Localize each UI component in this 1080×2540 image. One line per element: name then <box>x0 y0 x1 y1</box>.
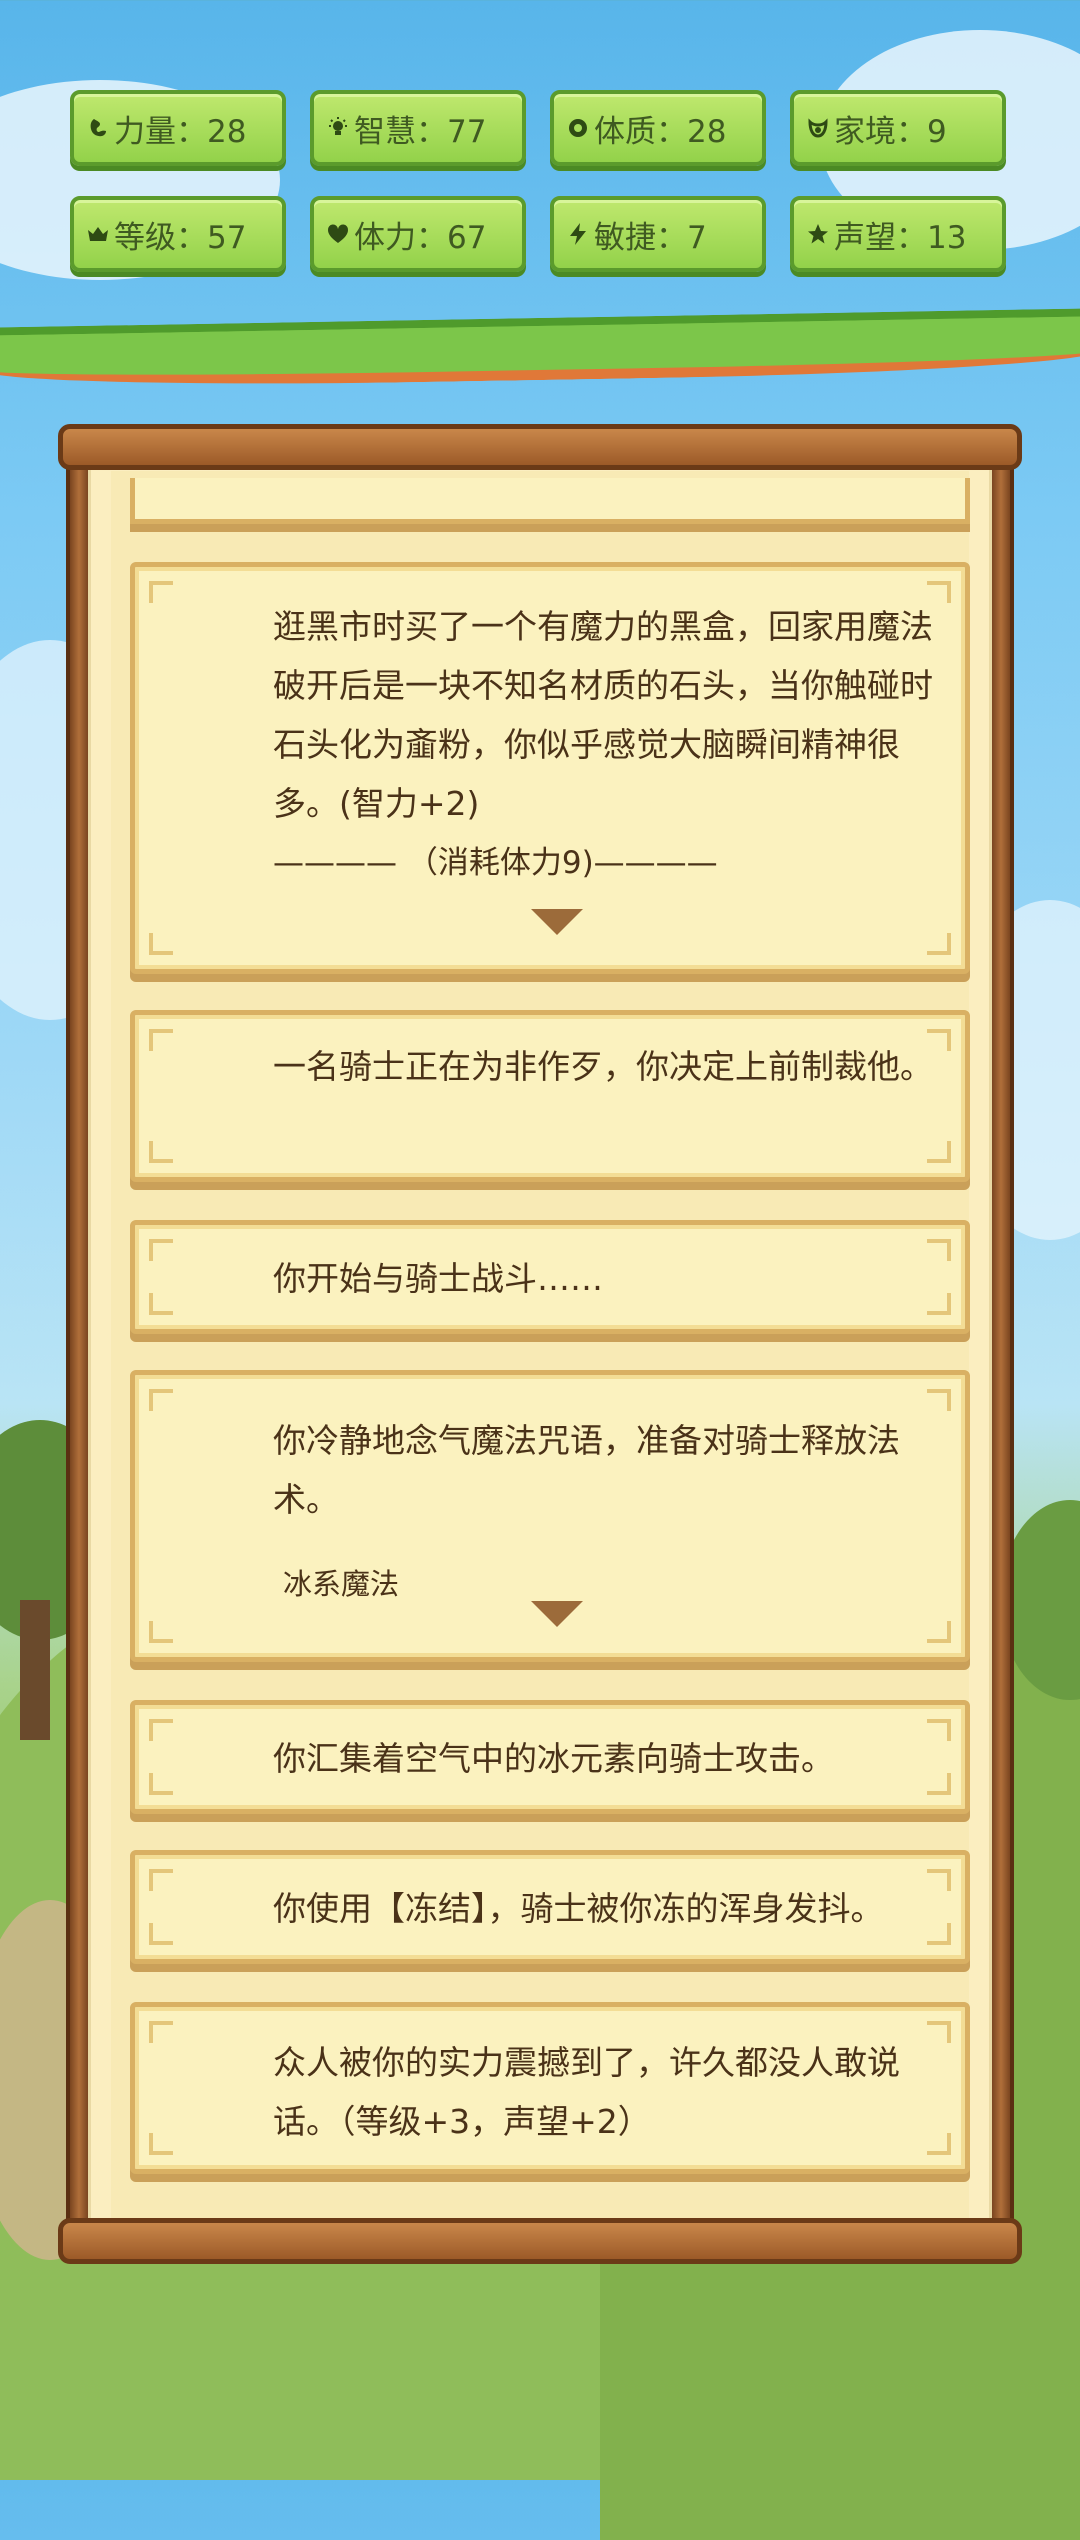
event-text: 你使用【冻结】，骑士被你冻的浑身发抖。 <box>273 1889 884 1928</box>
event-separator: ———— （消耗体力9)———— <box>273 845 718 881</box>
star-icon <box>804 220 832 248</box>
event-card[interactable]: 众人被你的实力震撼到了，许久都没人敢说话。（等级+3，声望+2） <box>130 2002 970 2174</box>
stat-constitution: 体质：28 <box>550 90 766 166</box>
stat-stamina: 体力：67 <box>310 196 526 272</box>
stat-label: 体质：28 <box>594 113 727 150</box>
event-text: 逛黑市时买了一个有魔力的黑盒，回家用魔法破开后是一块不知名材质的石头，当你触碰时… <box>273 607 933 823</box>
muscle-icon <box>84 114 112 142</box>
grass-stripe <box>0 308 1080 390</box>
stat-wisdom: 智慧：77 <box>310 90 526 166</box>
stat-label: 力量：28 <box>114 113 247 150</box>
lightning-icon <box>564 220 592 248</box>
stat-strength: 力量：28 <box>70 90 286 166</box>
pouch-icon <box>804 114 832 142</box>
stat-label: 家境：9 <box>834 113 947 150</box>
event-card[interactable]: 你冷静地念气魔法咒语，准备对骑士释放法术。 冰系魔法 <box>130 1370 970 1662</box>
stat-label: 体力：67 <box>354 219 487 256</box>
event-card[interactable]: 你开始与骑士战斗…… <box>130 1220 970 1334</box>
stat-label: 智慧：77 <box>354 113 487 150</box>
scroll-top-bar <box>58 424 1022 470</box>
event-text: 你汇集着空气中的冰元素向骑士攻击。 <box>273 1739 834 1778</box>
event-card[interactable]: 你汇集着空气中的冰元素向骑士攻击。 <box>130 1700 970 1814</box>
stat-reputation: 声望：13 <box>790 196 1006 272</box>
stat-label: 声望：13 <box>834 219 967 256</box>
stat-family: 家境：9 <box>790 90 1006 166</box>
stat-label: 敏捷：7 <box>594 219 707 256</box>
stat-level: 等级：57 <box>70 196 286 272</box>
event-card-partial <box>130 478 970 524</box>
scroll-bottom-bar <box>58 2218 1022 2264</box>
event-card[interactable]: 逛黑市时买了一个有魔力的黑盒，回家用魔法破开后是一块不知名材质的石头，当你触碰时… <box>130 562 970 974</box>
event-card[interactable]: 你使用【冻结】，骑士被你冻的浑身发抖。 <box>130 1850 970 1964</box>
expand-arrow-icon[interactable] <box>531 909 583 935</box>
crown-icon <box>84 220 112 248</box>
stat-agility: 敏捷：7 <box>550 196 766 272</box>
expand-arrow-icon[interactable] <box>531 1601 583 1627</box>
stat-label: 等级：57 <box>114 219 247 256</box>
option-ice-magic[interactable]: 冰系魔法 <box>283 1561 399 1603</box>
shield-icon <box>564 114 592 142</box>
event-text: 你开始与骑士战斗…… <box>273 1259 603 1298</box>
heart-icon <box>324 220 352 248</box>
event-card[interactable]: 一名骑士正在为非作歹，你决定上前制裁他。 <box>130 1010 970 1182</box>
event-text: 你冷静地念气魔法咒语，准备对骑士释放法术。 <box>273 1421 900 1519</box>
event-text: 众人被你的实力震撼到了，许久都没人敢说话。（等级+3，声望+2） <box>273 2043 900 2141</box>
stats-header: 力量：28 智慧：77 体质：28 家境：9 等级：57 体力：67 敏捷：7 … <box>0 0 1080 390</box>
event-text: 一名骑士正在为非作歹，你决定上前制裁他。 <box>273 1047 933 1086</box>
lightbulb-icon <box>324 114 352 142</box>
